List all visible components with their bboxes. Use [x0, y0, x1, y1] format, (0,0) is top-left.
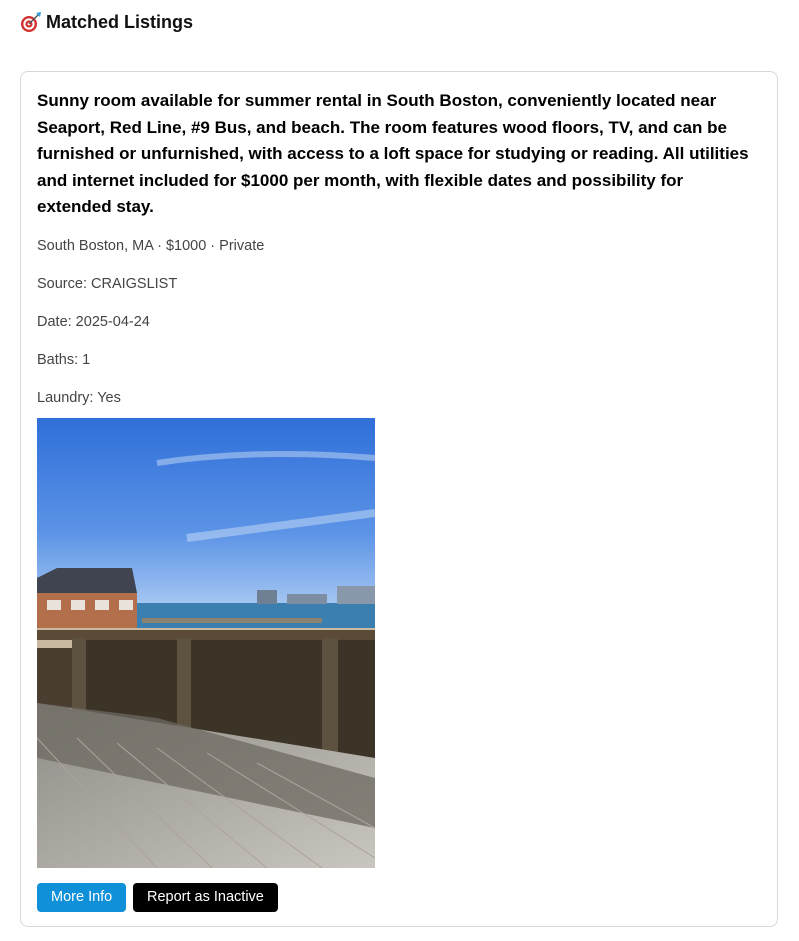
page-header: Matched Listings — [20, 9, 193, 35]
listing-laundry: Laundry: Yes — [37, 390, 121, 406]
listing-card: Sunny room available for summer rental i… — [20, 71, 778, 927]
listing-baths: Baths: 1 — [37, 352, 91, 368]
listing-summary: South Boston, MA · $1000 · Private — [37, 238, 265, 254]
listing-date: Date: 2025-04-24 — [37, 314, 150, 330]
waterfront-deck-photo — [37, 418, 375, 868]
listing-description: Sunny room available for summer rental i… — [37, 91, 749, 216]
listing-source: Source: CRAIGSLIST — [37, 276, 178, 292]
target-icon — [20, 11, 42, 33]
more-info-button[interactable]: More Info — [37, 883, 127, 912]
report-inactive-button[interactable]: Report as Inactive — [133, 883, 278, 912]
page-title: Matched Listings — [46, 11, 194, 32]
